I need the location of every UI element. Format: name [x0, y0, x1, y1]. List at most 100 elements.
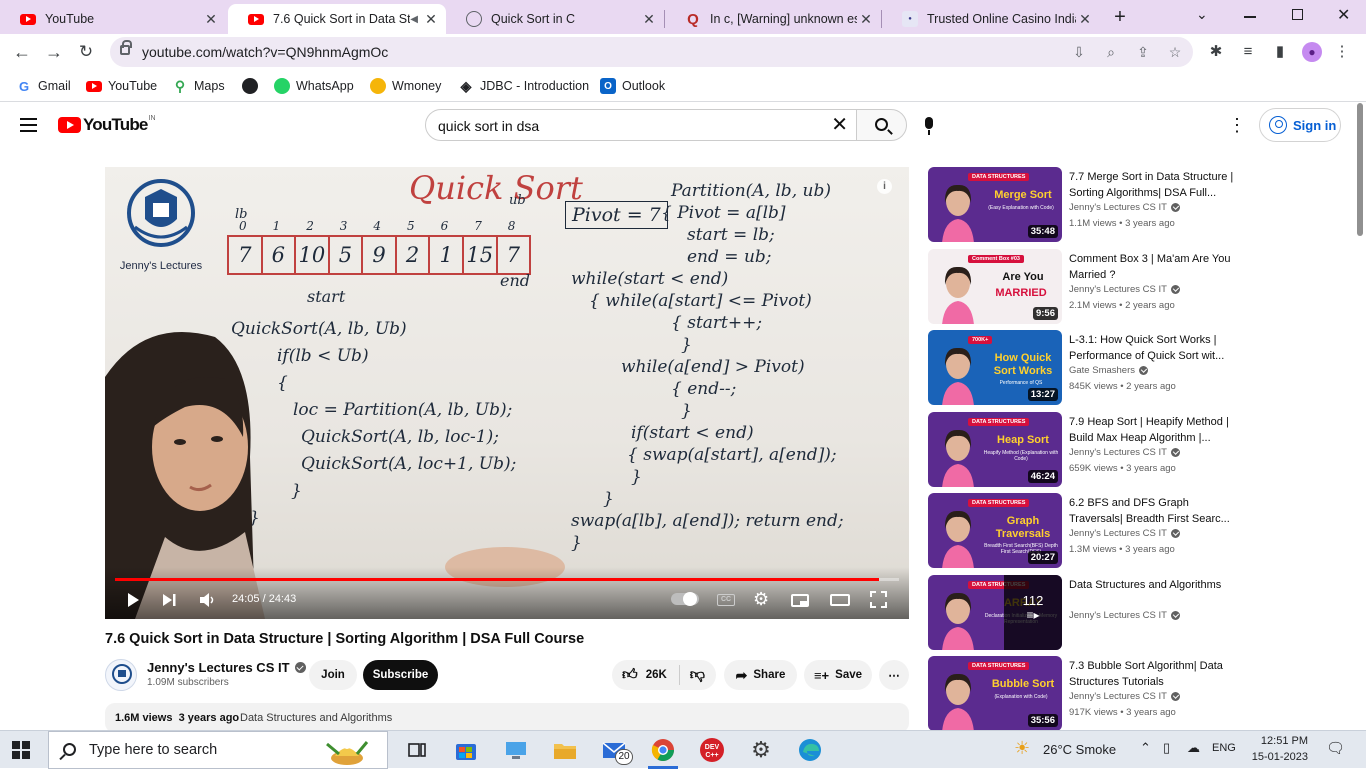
close-icon[interactable]: ✕	[857, 11, 875, 28]
zoom-icon[interactable]: ⌕	[1102, 43, 1120, 61]
bookmark-jdbc[interactable]: ◈ JDBC - Introduction	[458, 76, 589, 96]
lock-icon[interactable]	[120, 40, 132, 55]
install-app-icon[interactable]: ⇩	[1070, 43, 1088, 61]
recommended-channel-name[interactable]: Jenny's Lectures CS IT	[1069, 284, 1167, 295]
recommended-video[interactable]: DATA STRUCTURES Heap Sort Heapify Method (…	[928, 412, 1238, 488]
bookmark-whatsapp[interactable]: WhatsApp	[274, 76, 354, 96]
recommended-channel-name[interactable]: Jenny's Lectures CS IT	[1069, 691, 1167, 702]
tab-casino[interactable]: ● Trusted Online Casino India| ✕	[882, 4, 1100, 34]
settings-menu-icon[interactable]: ⋮	[1228, 113, 1246, 137]
sign-in-button[interactable]: Sign in	[1259, 108, 1341, 142]
bookmark-gmail[interactable]: G Gmail	[16, 76, 71, 96]
dislike-icon[interactable]: 👎︎	[690, 666, 705, 684]
video-thumbnail[interactable]: DATA STRUCTURES Heap Sort Heapify Method (…	[928, 412, 1062, 487]
microsoft-store-icon[interactable]	[453, 737, 479, 763]
recommended-video-title[interactable]: Comment Box 3 | Ma'am Are You Married ?	[1069, 251, 1235, 283]
weather-icon[interactable]: ☀	[1014, 738, 1030, 759]
recommended-video-title[interactable]: 7.3 Bubble Sort Algorithm| Data Structur…	[1069, 658, 1235, 690]
this-pc-icon[interactable]	[503, 737, 529, 763]
pongal-doodle-icon[interactable]	[317, 736, 379, 766]
play-button[interactable]	[125, 592, 145, 608]
like-count[interactable]: 26K	[646, 669, 667, 681]
tab-youtube[interactable]: YouTube ✕	[0, 4, 226, 34]
search-button[interactable]	[856, 109, 907, 141]
close-icon[interactable]: ✕	[1076, 11, 1094, 28]
weather-text[interactable]: 26°C Smoke	[1043, 742, 1116, 757]
recommended-video-title[interactable]: Data Structures and Algorithms	[1069, 577, 1235, 593]
progress-bar[interactable]	[115, 578, 899, 581]
tab-chatgpt[interactable]: Quick Sort in C ✕	[446, 4, 664, 34]
miniplayer-icon[interactable]	[791, 594, 809, 607]
close-icon[interactable]: ✕	[640, 11, 658, 28]
save-button[interactable]: ≡+ Save	[804, 660, 872, 690]
forward-button[interactable]: →	[40, 38, 68, 66]
audio-icon[interactable]: ◀︎	[410, 14, 418, 25]
mail-icon[interactable]: 20	[601, 737, 633, 765]
restore-button[interactable]	[1292, 9, 1303, 20]
edge-icon[interactable]	[797, 737, 823, 763]
profile-avatar[interactable]: ●	[1302, 42, 1322, 62]
scrollbar-thumb[interactable]	[1357, 103, 1363, 236]
recommended-channel[interactable]: Jenny's Lectures CS IT	[1069, 202, 1180, 213]
recommended-channel[interactable]: Jenny's Lectures CS IT	[1069, 284, 1180, 295]
tab-search-chevron-icon[interactable]: ⌄	[1196, 6, 1208, 23]
recommended-video-title[interactable]: 7.7 Merge Sort in Data Structure | Sorti…	[1069, 169, 1235, 201]
category-tag[interactable]: Data Structures and Algorithms	[240, 712, 392, 724]
youtube-logo[interactable]: YouTube IN	[58, 115, 156, 135]
more-actions-button[interactable]: ⋯	[879, 660, 909, 690]
video-thumbnail[interactable]: 700K+ How Quick Sort Works Performance of …	[928, 330, 1062, 405]
language-indicator[interactable]: ENG	[1212, 742, 1236, 754]
recommended-channel[interactable]: Jenny's Lectures CS IT	[1069, 528, 1180, 539]
dev-cpp-icon[interactable]: DEV C++	[699, 737, 725, 763]
recommended-video[interactable]: 700K+ How Quick Sort Works Performance of …	[928, 330, 1238, 406]
video-player[interactable]: Jenny's Lectures Quick Sort Pivot = 7 lb…	[105, 167, 909, 619]
join-button[interactable]: Join	[309, 660, 357, 690]
recommended-channel-name[interactable]: Jenny's Lectures CS IT	[1069, 528, 1167, 539]
page-scrollbar[interactable]	[1354, 103, 1366, 730]
recommended-channel[interactable]: Jenny's Lectures CS IT	[1069, 447, 1180, 458]
channel-avatar[interactable]	[105, 659, 137, 691]
close-window-button[interactable]: ✕	[1337, 5, 1350, 25]
bookmark-youtube[interactable]: YouTube	[86, 76, 157, 96]
search-input[interactable]: quick sort in dsa ✕	[425, 109, 857, 141]
bookmark-maps[interactable]: ⚲ Maps	[172, 76, 225, 96]
settings-gear-icon[interactable]: ⚙	[753, 589, 769, 610]
autoplay-toggle[interactable]	[671, 592, 699, 606]
video-thumbnail[interactable]: DATA STRUCTURES Merge Sort (Easy Explanati…	[928, 167, 1062, 242]
recommended-channel[interactable]: Gate Smashers	[1069, 365, 1148, 376]
taskbar-search-box[interactable]: Type here to search	[48, 731, 388, 769]
notifications-icon[interactable]: 🗨︎	[1326, 739, 1345, 757]
reload-button[interactable]: ↻	[72, 38, 100, 66]
info-icon[interactable]: i	[877, 179, 892, 194]
recommended-video[interactable]: DATA STRUCTURES Graph Traversals Breadth F…	[928, 493, 1238, 569]
channel-name[interactable]: Jenny's Lectures CS IT	[147, 660, 306, 675]
new-tab-button[interactable]: +	[1108, 6, 1132, 28]
recommended-channel[interactable]: Jenny's Lectures CS IT	[1069, 610, 1180, 621]
recommended-video[interactable]: DATA STRUCTURESARRAYDeclaration Initiali…	[928, 575, 1238, 651]
back-button[interactable]: ←	[8, 38, 36, 66]
theater-mode-icon[interactable]	[830, 594, 850, 606]
close-icon[interactable]: ✕	[202, 11, 220, 28]
tab-quick-sort-video[interactable]: 7.6 Quick Sort in Data Str ◀︎ ✕	[228, 4, 446, 34]
recommended-channel-name[interactable]: Jenny's Lectures CS IT	[1069, 447, 1167, 458]
recommended-video[interactable]: DATA STRUCTURES Bubble Sort (Explanation w…	[928, 656, 1238, 732]
like-icon[interactable]: 👍︎	[622, 666, 638, 684]
chrome-menu-icon[interactable]: ⋮	[1332, 42, 1352, 62]
url-text[interactable]: youtube.com/watch?v=QN9hnmAgmOc	[142, 44, 388, 60]
chrome-icon[interactable]	[650, 737, 676, 763]
video-thumbnail[interactable]: DATA STRUCTURES Graph Traversals Breadth F…	[928, 493, 1062, 568]
bookmark-wmoney[interactable]: Wmoney	[370, 76, 441, 96]
network-icon[interactable]: ☁	[1187, 740, 1200, 756]
share-icon[interactable]: ⇪	[1134, 43, 1152, 61]
bookmark-outlook[interactable]: O Outlook	[600, 76, 665, 96]
captions-icon[interactable]: CC	[717, 594, 735, 606]
close-icon[interactable]: ✕	[422, 11, 440, 28]
windows-start-icon[interactable]	[12, 741, 30, 759]
recommended-video[interactable]: Comment Box #03 Are You MARRIED 9:56 Comment…	[928, 249, 1238, 325]
recommended-video[interactable]: DATA STRUCTURES Merge Sort (Easy Explanati…	[928, 167, 1238, 243]
subscribe-button[interactable]: Subscribe	[363, 660, 438, 690]
tab-quora[interactable]: Q In c, [Warning] unknown esca ✕	[665, 4, 881, 34]
recommended-video-title[interactable]: 7.9 Heap Sort | Heapify Method | Build M…	[1069, 414, 1235, 446]
search-query[interactable]: quick sort in dsa	[438, 118, 539, 134]
menu-icon[interactable]	[20, 118, 37, 132]
